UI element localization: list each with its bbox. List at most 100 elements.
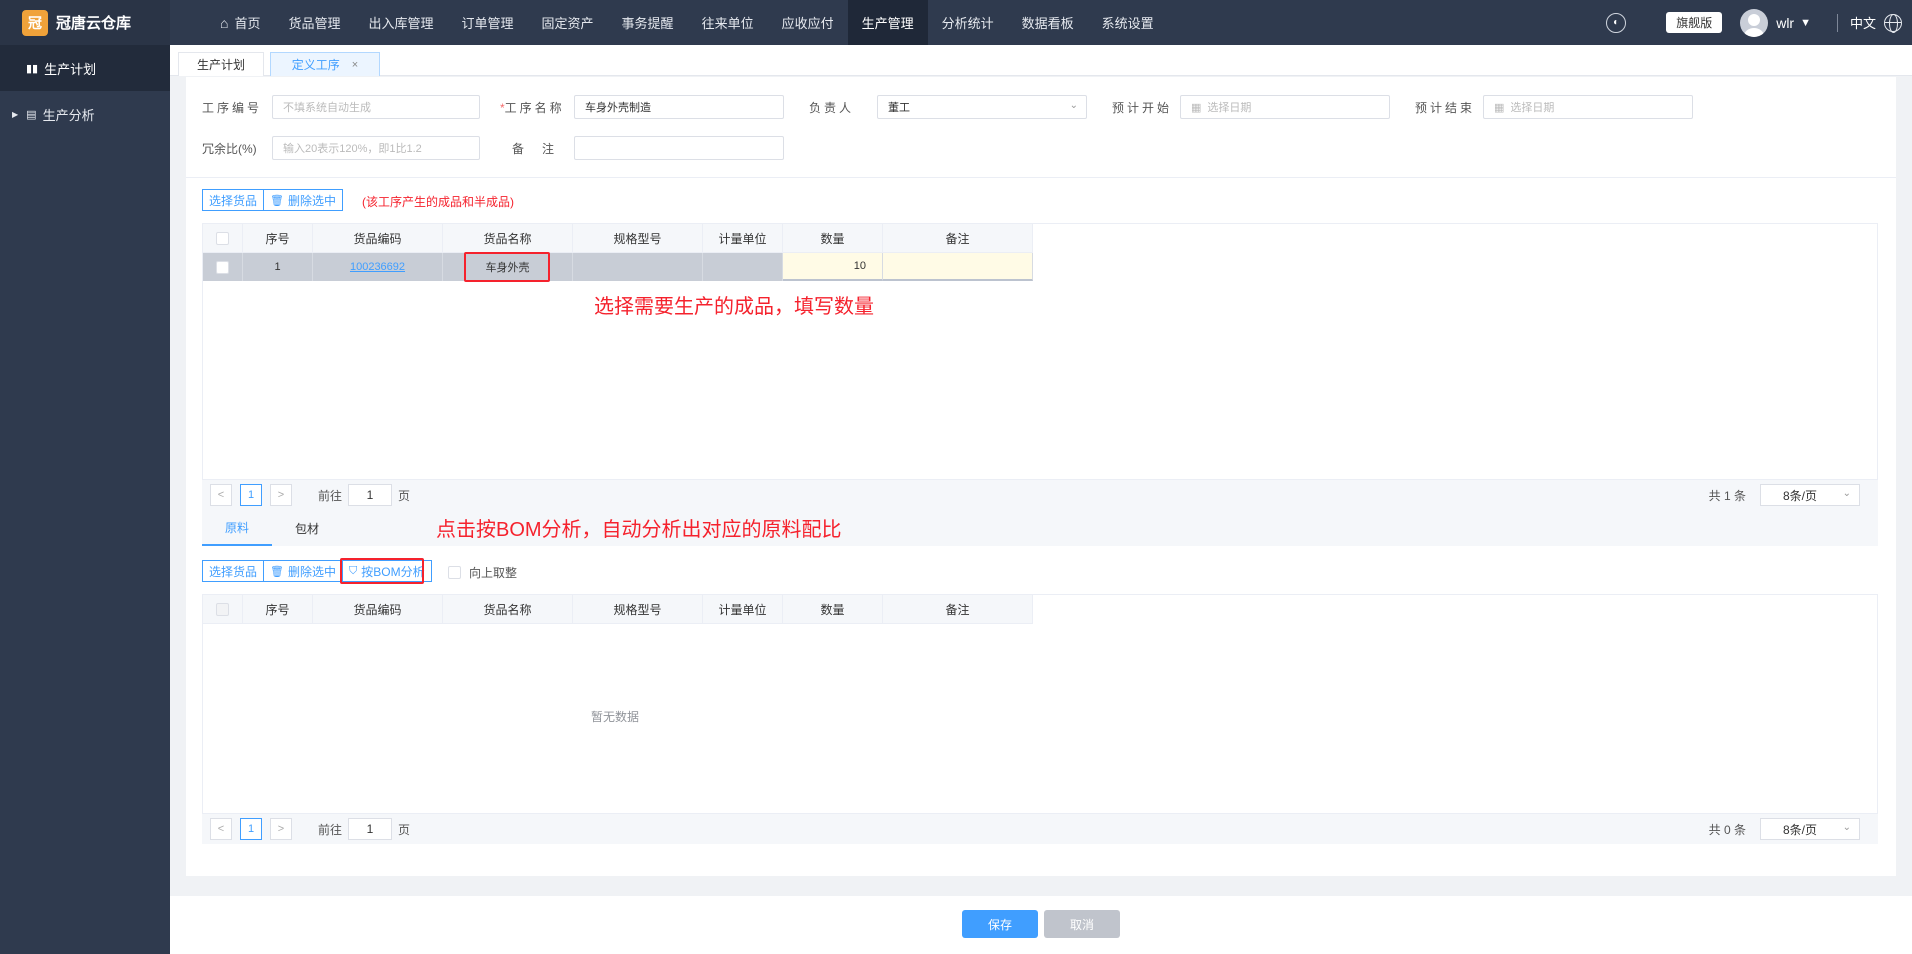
- calendar-icon: ▦: [1494, 101, 1505, 114]
- start-date-label: 预计开始: [1112, 100, 1173, 115]
- cancel-button[interactable]: 取消: [1044, 910, 1120, 938]
- end-date-placeholder: 选择日期: [1510, 102, 1555, 114]
- divider: [1836, 13, 1838, 32]
- chevron-down-icon: ⌄: [1842, 822, 1851, 833]
- home-icon: ⌂: [220, 14, 229, 31]
- process-form-card: 工序编号 不填系统自动生成 *工序名称 车身外壳制造 负责人 董工 ⌄ 预计开始…: [186, 77, 1896, 876]
- language-switch[interactable]: 中文: [1850, 13, 1876, 32]
- select-all-checkbox[interactable]: [216, 232, 229, 245]
- accessibility-icon[interactable]: ◐: [1606, 12, 1627, 33]
- top-navbar: 冠 冠唐云仓库 ⌂ 首页 货品管理 出入库管理 订单管理 固定资产 事务提醒 往…: [0, 0, 1912, 45]
- process-code-input[interactable]: 不填系统自动生成: [272, 95, 480, 119]
- nav-dashboard[interactable]: 数据看板: [1008, 0, 1088, 45]
- nav-analytics[interactable]: 分析统计: [928, 0, 1008, 45]
- select-all-checkbox[interactable]: [216, 603, 229, 616]
- qty-input[interactable]: 10: [783, 253, 883, 281]
- delete-selected-label: 删除选中: [287, 564, 336, 579]
- page-size-select[interactable]: 8条/页 ⌄: [1760, 484, 1860, 506]
- prev-page-button[interactable]: <: [210, 818, 232, 840]
- page-size-select[interactable]: 8条/页 ⌄: [1760, 818, 1860, 840]
- owner-label: 负责人: [809, 100, 855, 115]
- nav-home[interactable]: ⌂ 首页: [206, 0, 274, 45]
- owner-select[interactable]: 董工 ⌄: [877, 95, 1087, 119]
- select-all-checkbox-cell: [203, 595, 243, 624]
- row-checkbox-cell: [203, 253, 243, 281]
- nav-home-label: 首页: [234, 16, 261, 31]
- page-number-button[interactable]: 1: [240, 818, 262, 840]
- process-name-label-text: 工序名称: [504, 100, 565, 115]
- process-name-input[interactable]: 车身外壳制造: [574, 95, 784, 119]
- goto-page-input[interactable]: 1: [348, 818, 393, 840]
- round-up-checkbox[interactable]: [448, 566, 461, 579]
- nav-orders[interactable]: 订单管理: [448, 0, 528, 45]
- close-icon[interactable]: ×: [352, 59, 358, 71]
- select-goods-button[interactable]: 选择货品: [202, 560, 265, 582]
- edition-badge: 旗舰版: [1666, 12, 1723, 33]
- page-number-button[interactable]: 1: [240, 484, 262, 506]
- save-button[interactable]: 保存: [962, 910, 1038, 938]
- nav-reminders[interactable]: 事务提醒: [608, 0, 688, 45]
- nav-production[interactable]: 生产管理: [847, 0, 928, 45]
- nav-partners[interactable]: 往来单位: [688, 0, 768, 45]
- table-row[interactable]: 1 100236692 车身外壳 10: [203, 253, 1033, 281]
- next-page-button[interactable]: >: [270, 484, 292, 506]
- col-header-seq: 序号: [243, 224, 313, 253]
- goto-prefix: 前往: [318, 488, 343, 503]
- cell-goods-code-link[interactable]: 100236692: [313, 253, 443, 281]
- sidebar: ▮▮ 生产计划 ▶ ▤ 生产分析: [0, 45, 170, 954]
- note-label: 备注: [512, 141, 573, 156]
- col-header-code: 货品编码: [313, 595, 443, 624]
- user-name[interactable]: wlr: [1776, 15, 1794, 31]
- next-page-button[interactable]: >: [270, 818, 292, 840]
- col-header-qty: 数量: [783, 224, 883, 253]
- total-count: 共 0 条: [1708, 822, 1746, 837]
- materials-table: 序号 货品编码 货品名称 规格型号 计量单位 数量 备注 暂无数据: [202, 594, 1878, 814]
- bom-annotation: 点击按BOM分析，自动分析出对应的原料配比: [436, 519, 842, 541]
- divider: [186, 177, 1896, 178]
- materials-table-header: 序号 货品编码 货品名称 规格型号 计量单位 数量 备注: [203, 595, 1033, 624]
- products-table: 序号 货品编码 货品名称 规格型号 计量单位 数量 备注 1 100236692…: [202, 223, 1878, 480]
- sidebar-item-production-analysis[interactable]: ▶ ▤ 生产分析: [0, 91, 170, 137]
- avatar[interactable]: [1740, 8, 1769, 37]
- end-date-picker[interactable]: ▦ 选择日期: [1483, 95, 1693, 119]
- tab-production-plan[interactable]: 生产计划: [178, 52, 264, 76]
- document-icon: ▤: [26, 108, 37, 121]
- nav-goods[interactable]: 货品管理: [274, 0, 354, 45]
- goto-page-input[interactable]: 1: [348, 484, 393, 506]
- chevron-down-icon: ⌄: [1069, 100, 1078, 111]
- tab-define-process[interactable]: 定义工序 ×: [270, 52, 380, 76]
- tab-label: 定义工序: [291, 58, 340, 72]
- select-goods-button[interactable]: 选择货品: [202, 189, 265, 211]
- col-header-note: 备注: [883, 595, 1033, 624]
- trash-icon: 🗑: [270, 565, 284, 578]
- round-up-label: 向上取整: [469, 566, 518, 580]
- nav-fixed-assets[interactable]: 固定资产: [528, 0, 608, 45]
- redundancy-ratio-label: 冗余比(%): [202, 141, 257, 156]
- redundancy-ratio-input[interactable]: 输入20表示120%，即1比1.2: [272, 136, 480, 160]
- total-count: 共 1 条: [1708, 488, 1746, 503]
- note-input[interactable]: [574, 136, 784, 160]
- col-header-unit: 计量单位: [703, 595, 783, 624]
- materials-pagination: < 1 > 前往 1 页 共 0 条 8条/页 ⌄: [202, 814, 1878, 844]
- chevron-down-icon[interactable]: ▼: [1800, 17, 1811, 29]
- subtab-packaging[interactable]: 包材: [272, 510, 342, 546]
- row-checkbox[interactable]: [216, 260, 229, 274]
- nav-receivables[interactable]: 应收应付: [768, 0, 848, 45]
- nav-settings[interactable]: 系统设置: [1088, 0, 1168, 45]
- row-note-input[interactable]: [883, 253, 1033, 281]
- subtab-raw-materials[interactable]: 原料: [202, 510, 272, 546]
- nav-stock-io[interactable]: 出入库管理: [355, 0, 448, 45]
- round-up-option[interactable]: 向上取整: [448, 564, 517, 581]
- select-all-checkbox-cell: [203, 224, 243, 253]
- sidebar-item-production-plan[interactable]: ▮▮ 生产计划: [0, 45, 170, 91]
- sidebar-item-label: 生产分析: [42, 107, 95, 123]
- goods-name-highlight: [464, 252, 550, 282]
- app-logo[interactable]: 冠 冠唐云仓库: [0, 0, 170, 45]
- end-date-label: 预计结束: [1415, 100, 1476, 115]
- products-annotation: 选择需要生产的成品，填写数量: [594, 296, 874, 318]
- delete-selected-button[interactable]: 🗑 删除选中: [264, 189, 343, 211]
- delete-selected-button[interactable]: 🗑 删除选中: [264, 560, 343, 582]
- start-date-picker[interactable]: ▦ 选择日期: [1180, 95, 1390, 119]
- prev-page-button[interactable]: <: [210, 484, 232, 506]
- globe-icon[interactable]: [1884, 13, 1902, 33]
